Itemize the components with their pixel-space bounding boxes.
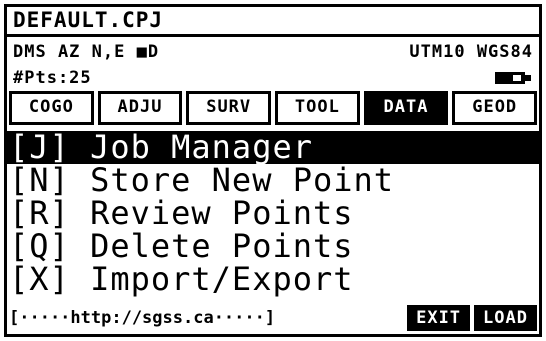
battery-icon: [495, 72, 531, 84]
calculator-screen: DEFAULT.CPJ DMS AZ N,E ■D UTM10 WGS84 #P…: [4, 4, 542, 337]
units-indicator: DMS AZ N,E ■D: [13, 42, 160, 62]
window-title: DEFAULT.CPJ: [7, 7, 539, 37]
exit-button[interactable]: EXIT: [407, 305, 471, 331]
menu-item-review-points[interactable]: [R] Review Points: [7, 197, 539, 230]
tab-cogo[interactable]: COGO: [9, 91, 94, 125]
status-bar-bottom: #Pts:25: [7, 65, 539, 91]
tab-tool[interactable]: TOOL: [275, 91, 360, 125]
menu-item-import-export[interactable]: [X] Import/Export: [7, 263, 539, 296]
tab-data[interactable]: DATA: [363, 91, 449, 125]
load-button[interactable]: LOAD: [474, 305, 537, 331]
projection-indicator: UTM10 WGS84: [409, 42, 533, 62]
tab-surv[interactable]: SURV: [186, 91, 272, 125]
status-bar-top: DMS AZ N,E ■D UTM10 WGS84: [7, 39, 539, 67]
softkey-bar: [·····http://sgss.ca·····] EXIT LOAD: [7, 303, 539, 333]
menu-item-delete-points[interactable]: [Q] Delete Points: [7, 230, 539, 263]
tab-bar: COGO ADJU SURV TOOL DATA GEOD: [7, 91, 539, 125]
menu-item-store-new-point[interactable]: [N] Store New Point: [7, 164, 539, 197]
url-label: [·····http://sgss.ca·····]: [9, 308, 276, 328]
points-count: #Pts:25: [13, 68, 92, 88]
menu-item-job-manager[interactable]: [J] Job Manager: [7, 131, 539, 164]
menu-list: [J] Job Manager [N] Store New Point [R] …: [7, 131, 539, 296]
tab-adju[interactable]: ADJU: [97, 91, 183, 125]
tab-geod[interactable]: GEOD: [452, 91, 538, 125]
